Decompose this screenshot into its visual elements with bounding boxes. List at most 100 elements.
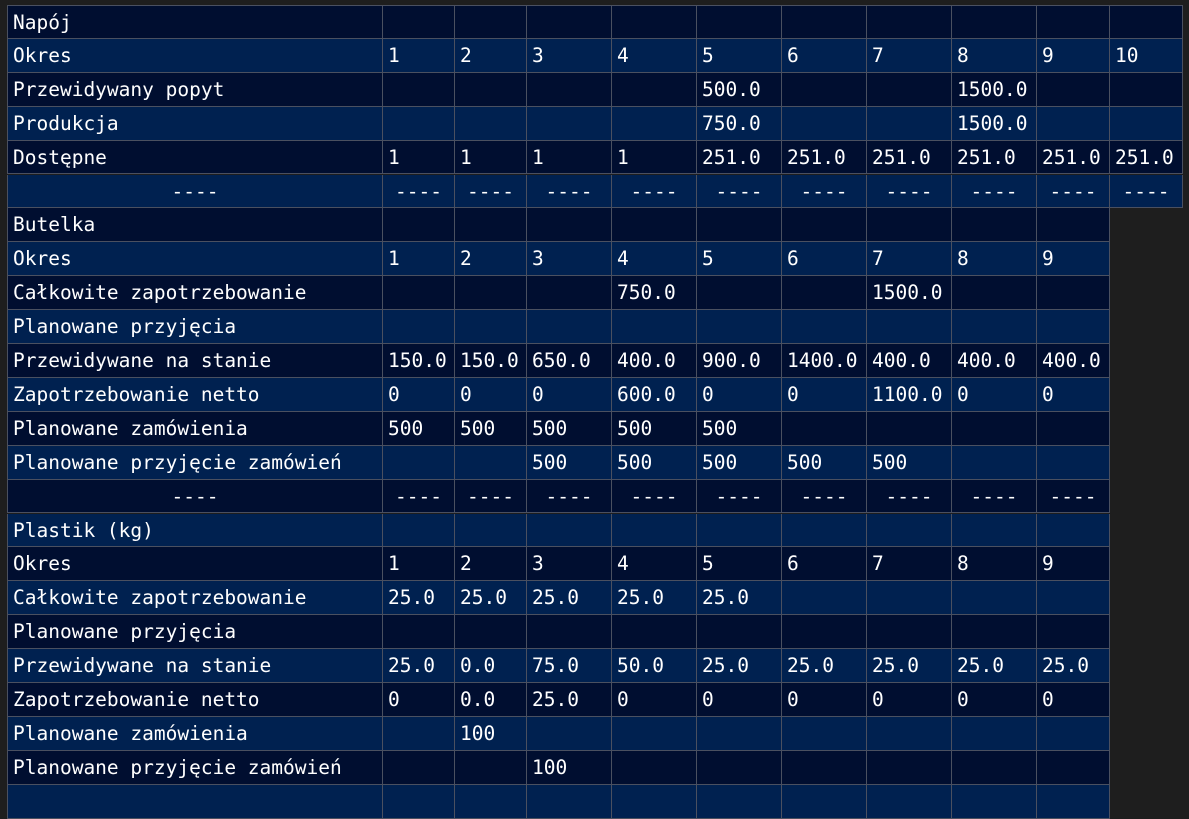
- row-label: Okres: [7, 242, 383, 277]
- table-cell: 251.0: [952, 140, 1037, 175]
- table-cell: [867, 784, 952, 819]
- table-cell: 650.0: [527, 344, 612, 378]
- table-cell: 0: [697, 377, 782, 412]
- table-cell: 5: [697, 38, 782, 73]
- table-cell: 400.0: [867, 344, 952, 378]
- table-cell: 0.0: [455, 683, 527, 717]
- table-cell: 251.0: [697, 140, 782, 175]
- table-cell: [612, 310, 697, 344]
- table-cell: 2: [455, 242, 527, 277]
- table-cell: [697, 276, 782, 311]
- table-cell: 0: [383, 377, 455, 412]
- table-cell: [697, 208, 782, 243]
- row-label: Okres: [7, 547, 383, 582]
- table-cell: 5: [697, 242, 782, 277]
- table-cell: [455, 106, 527, 141]
- section-title: Butelka: [7, 208, 383, 243]
- table-cell: [527, 784, 612, 819]
- table-cell: 25.0: [1037, 649, 1110, 683]
- table-cell: 7: [867, 547, 952, 582]
- table-cell: [782, 106, 867, 141]
- table-cell: [383, 615, 455, 650]
- table-cell: [455, 615, 527, 650]
- table-cell: [1037, 276, 1110, 311]
- table-cell: ----: [952, 479, 1037, 514]
- table-cell: [527, 276, 612, 311]
- table-cell: 9: [1037, 547, 1110, 582]
- table-cell: [867, 716, 952, 751]
- table-cell: [1037, 784, 1110, 819]
- table-cell: [455, 276, 527, 311]
- table-cell: [1110, 72, 1183, 107]
- table-cell: 8: [952, 38, 1037, 73]
- table-cell: 1500.0: [952, 106, 1037, 141]
- table-cell: 3: [527, 242, 612, 277]
- row-label: Przewidywany popyt: [7, 72, 383, 107]
- table-cell: ----: [867, 174, 952, 209]
- table-cell: [697, 310, 782, 344]
- table-cell: [527, 615, 612, 650]
- table-cell: [1110, 5, 1183, 39]
- table-cell: [383, 106, 455, 141]
- table-cell: 7: [867, 38, 952, 73]
- row-label: [7, 784, 383, 819]
- table-cell: [952, 445, 1037, 480]
- table-cell: 0: [697, 683, 782, 717]
- table-cell: 1: [383, 242, 455, 277]
- table-cell: [612, 72, 697, 107]
- table-cell: [612, 615, 697, 650]
- table-cell: [527, 716, 612, 751]
- table-cell: 9: [1037, 38, 1110, 73]
- table-cell: [527, 310, 612, 344]
- row-label: Planowane przyjęcie zamówień: [7, 445, 383, 480]
- table-cell: 2: [455, 38, 527, 73]
- table-cell: [867, 310, 952, 344]
- table-cell: 4: [612, 547, 697, 582]
- table-cell: [383, 5, 455, 39]
- table-cell: [782, 208, 867, 243]
- table-cell: 251.0: [1110, 140, 1183, 175]
- table-cell: 0: [1037, 683, 1110, 717]
- table-cell: [383, 72, 455, 107]
- table-cell: 6: [782, 242, 867, 277]
- table-cell: [867, 411, 952, 446]
- table-cell: ----: [952, 174, 1037, 209]
- table-cell: 25.0: [527, 581, 612, 616]
- table-cell: [527, 208, 612, 243]
- table-cell: 500: [697, 445, 782, 480]
- table-cell: ----: [1037, 174, 1110, 209]
- table-cell: [383, 208, 455, 243]
- table-cell: [867, 5, 952, 39]
- table-cell: 0: [1037, 377, 1110, 412]
- table-cell: [1037, 411, 1110, 446]
- table-cell: [1037, 513, 1110, 548]
- table-cell: 500: [697, 411, 782, 446]
- table-cell: [527, 5, 612, 39]
- row-label: Całkowite zapotrzebowanie: [7, 276, 383, 311]
- table-cell: [612, 513, 697, 548]
- row-label: Planowane przyjęcia: [7, 310, 383, 344]
- table-cell: [782, 411, 867, 446]
- table-cell: ----: [527, 174, 612, 209]
- row-label: Dostępne: [7, 140, 383, 175]
- table-cell: 0: [782, 377, 867, 412]
- table-cell: [1037, 581, 1110, 616]
- table-cell: [455, 310, 527, 344]
- table-cell: 150.0: [383, 344, 455, 378]
- table-cell: 0: [455, 377, 527, 412]
- table-cell: 25.0: [697, 581, 782, 616]
- table-cell: 500: [612, 411, 697, 446]
- row-label: Przewidywane na stanie: [7, 344, 383, 378]
- row-label: ----: [7, 479, 383, 514]
- table-cell: [867, 581, 952, 616]
- table-cell: [1037, 716, 1110, 751]
- table-cell: 2: [455, 547, 527, 582]
- table-cell: ----: [697, 479, 782, 514]
- table-cell: [383, 310, 455, 344]
- table-cell: 50.0: [612, 649, 697, 683]
- table-cell: [455, 5, 527, 39]
- table-cell: [867, 106, 952, 141]
- table-cell: 0.0: [455, 649, 527, 683]
- table-cell: 500: [867, 445, 952, 480]
- table-cell: 400.0: [1037, 344, 1110, 378]
